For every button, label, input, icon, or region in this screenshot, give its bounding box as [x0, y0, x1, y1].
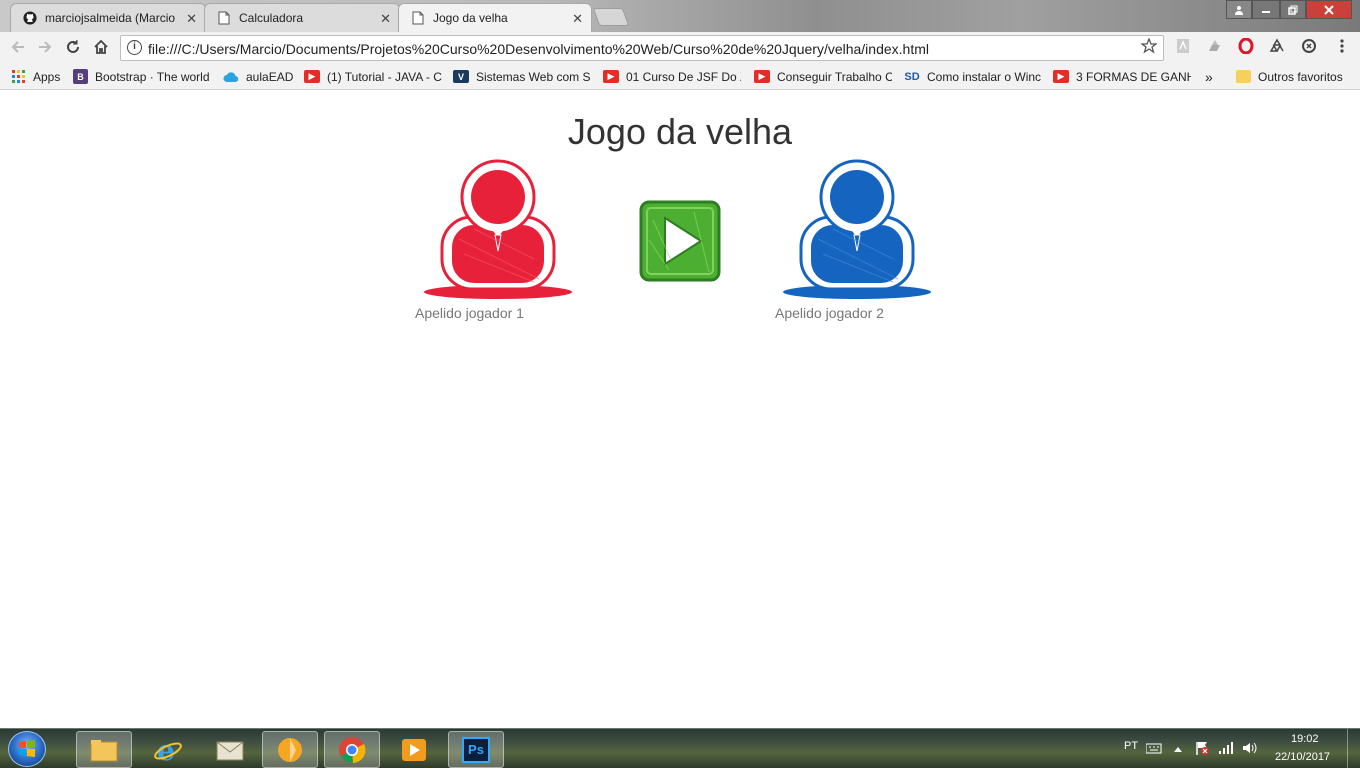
bookmark-other-favorites[interactable]: Outros favoritos [1236, 68, 1343, 85]
bookmark-apps[interactable]: Apps [10, 68, 60, 85]
show-hidden-icons-icon[interactable] [1173, 741, 1183, 759]
address-bar[interactable]: i file:///C:/Users/Marcio/Documents/Proj… [120, 35, 1164, 61]
volume-icon[interactable] [1242, 741, 1258, 760]
player2-avatar [783, 159, 933, 301]
page-content: Jogo da velha Apelido jogador 1 Apelido … [0, 91, 1360, 728]
apps-grid-icon [10, 70, 26, 83]
app-icon[interactable] [262, 731, 318, 768]
show-desktop-button[interactable] [1347, 729, 1360, 769]
user-icon[interactable] [1226, 0, 1252, 19]
restore-icon[interactable] [1280, 0, 1306, 19]
bookmark-label: Sistemas Web com Sp [476, 69, 591, 84]
tab-title: marciojsalmeida (Marcio [45, 11, 176, 25]
player1-label: Apelido jogador 1 [415, 305, 524, 321]
close-window-icon[interactable] [1306, 0, 1352, 19]
forward-icon[interactable] [35, 38, 55, 58]
bookmark-bootstrap[interactable]: B Bootstrap · The world [73, 68, 211, 85]
close-icon[interactable]: ✕ [572, 11, 583, 27]
bookmark-label: Apps [33, 69, 61, 84]
drive-extension-icon[interactable] [1205, 38, 1223, 56]
media-player-icon[interactable] [386, 731, 442, 768]
bookmark-label: Como instalar o Winc [927, 69, 1042, 84]
clock-date[interactable]: 22/10/2017 [1275, 751, 1330, 763]
cloud-icon [223, 70, 239, 83]
home-icon[interactable] [91, 38, 111, 58]
language-indicator[interactable]: PT [1124, 740, 1138, 752]
tab-title: Jogo da velha [433, 11, 508, 25]
back-icon[interactable] [8, 38, 28, 58]
clock-time[interactable]: 19:02 [1291, 733, 1319, 745]
close-icon[interactable]: ✕ [186, 11, 197, 27]
tab-calculadora[interactable]: Calculadora ✕ [204, 3, 400, 32]
page-icon [411, 11, 425, 25]
sd-icon: SD [904, 70, 920, 83]
pdf-extension-icon[interactable] [1174, 38, 1192, 56]
opera-icon[interactable] [1237, 37, 1255, 56]
browser-titlebar: marciojsalmeida (Marcio ✕ Calculadora ✕ … [0, 0, 1360, 32]
bookmark-como-instalar[interactable]: SD Como instalar o Winc [904, 68, 1042, 85]
youtube-icon: ▶ [603, 70, 619, 83]
explorer-icon[interactable] [76, 731, 132, 768]
url-text: file:///C:/Users/Marcio/Documents/Projet… [148, 41, 929, 57]
photoshop-logo: Ps [462, 736, 490, 763]
reload-icon[interactable] [63, 38, 83, 58]
bookmark-label: Bootstrap · The world [95, 69, 210, 84]
tab-jogo-da-velha[interactable]: Jogo da velha ✕ [398, 3, 592, 32]
new-tab-button[interactable] [592, 8, 630, 26]
keyboard-icon[interactable] [1145, 741, 1162, 759]
minimize-icon[interactable] [1252, 0, 1280, 19]
bookmark-star-icon[interactable] [1140, 37, 1158, 59]
menu-kebab-icon[interactable] [1333, 38, 1351, 56]
player2-label: Apelido jogador 2 [775, 305, 884, 321]
bookmark-label: Outros favoritos [1258, 69, 1343, 84]
bookmark-sistemas-web[interactable]: V Sistemas Web com Sp [453, 68, 591, 85]
taskbar: e Ps PT 19:02 22/10/2017 [0, 728, 1360, 769]
windows-start-icon[interactable] [8, 731, 46, 767]
bookmark-aulaead[interactable]: aulaEAD [223, 68, 293, 85]
action-center-flag-icon[interactable] [1194, 740, 1210, 761]
page-title: Jogo da velha [567, 111, 793, 152]
info-icon[interactable]: i [127, 40, 142, 55]
github-icon [23, 11, 37, 25]
tab-title: Calculadora [239, 11, 304, 25]
bookmarks-overflow-button[interactable]: » [1205, 68, 1213, 85]
bookmark-label: 01 Curso De JSF Do Z [626, 69, 741, 84]
bookmark-curso-jsf[interactable]: ▶ 01 Curso De JSF Do Z [603, 68, 741, 85]
window-controls [1226, 0, 1352, 19]
bootstrap-icon: B [73, 69, 88, 84]
bookmark-label: Conseguir Trabalho C [777, 69, 892, 84]
youtube-icon: ▶ [304, 70, 320, 83]
bookmark-3-formas[interactable]: ▶ 3 FORMAS DE GANH [1053, 68, 1191, 85]
bookmark-conseguir-trabalho[interactable]: ▶ Conseguir Trabalho C [754, 68, 892, 85]
mail-icon[interactable] [202, 731, 258, 768]
bookmark-label: aulaEAD [246, 69, 294, 84]
photoshop-icon[interactable]: Ps [448, 731, 504, 768]
page-icon [217, 11, 231, 25]
close-icon[interactable]: ✕ [380, 11, 391, 27]
network-signal-icon[interactable] [1218, 741, 1234, 759]
bookmark-label: 3 FORMAS DE GANH [1076, 69, 1191, 84]
bookmark-tutorial-java[interactable]: ▶ (1) Tutorial - JAVA - C [304, 68, 442, 85]
play-icon [639, 200, 721, 282]
player1-avatar [424, 159, 574, 301]
browser-toolbar: i file:///C:/Users/Marcio/Documents/Proj… [0, 32, 1360, 63]
chrome-icon[interactable] [324, 731, 380, 768]
recycle-icon[interactable] [1268, 38, 1286, 56]
folder-icon [1236, 70, 1251, 83]
devmedia-icon: V [453, 70, 469, 83]
bookmark-label: (1) Tutorial - JAVA - C [327, 69, 442, 84]
internet-explorer-icon[interactable]: e [140, 731, 196, 768]
youtube-icon: ▶ [754, 70, 770, 83]
tab-github[interactable]: marciojsalmeida (Marcio ✕ [10, 3, 206, 32]
bookmarks-bar: Apps B Bootstrap · The world aulaEAD ▶ (… [0, 63, 1360, 90]
sync-icon[interactable] [1300, 38, 1318, 56]
youtube-icon: ▶ [1053, 70, 1069, 83]
play-button[interactable] [639, 200, 721, 282]
